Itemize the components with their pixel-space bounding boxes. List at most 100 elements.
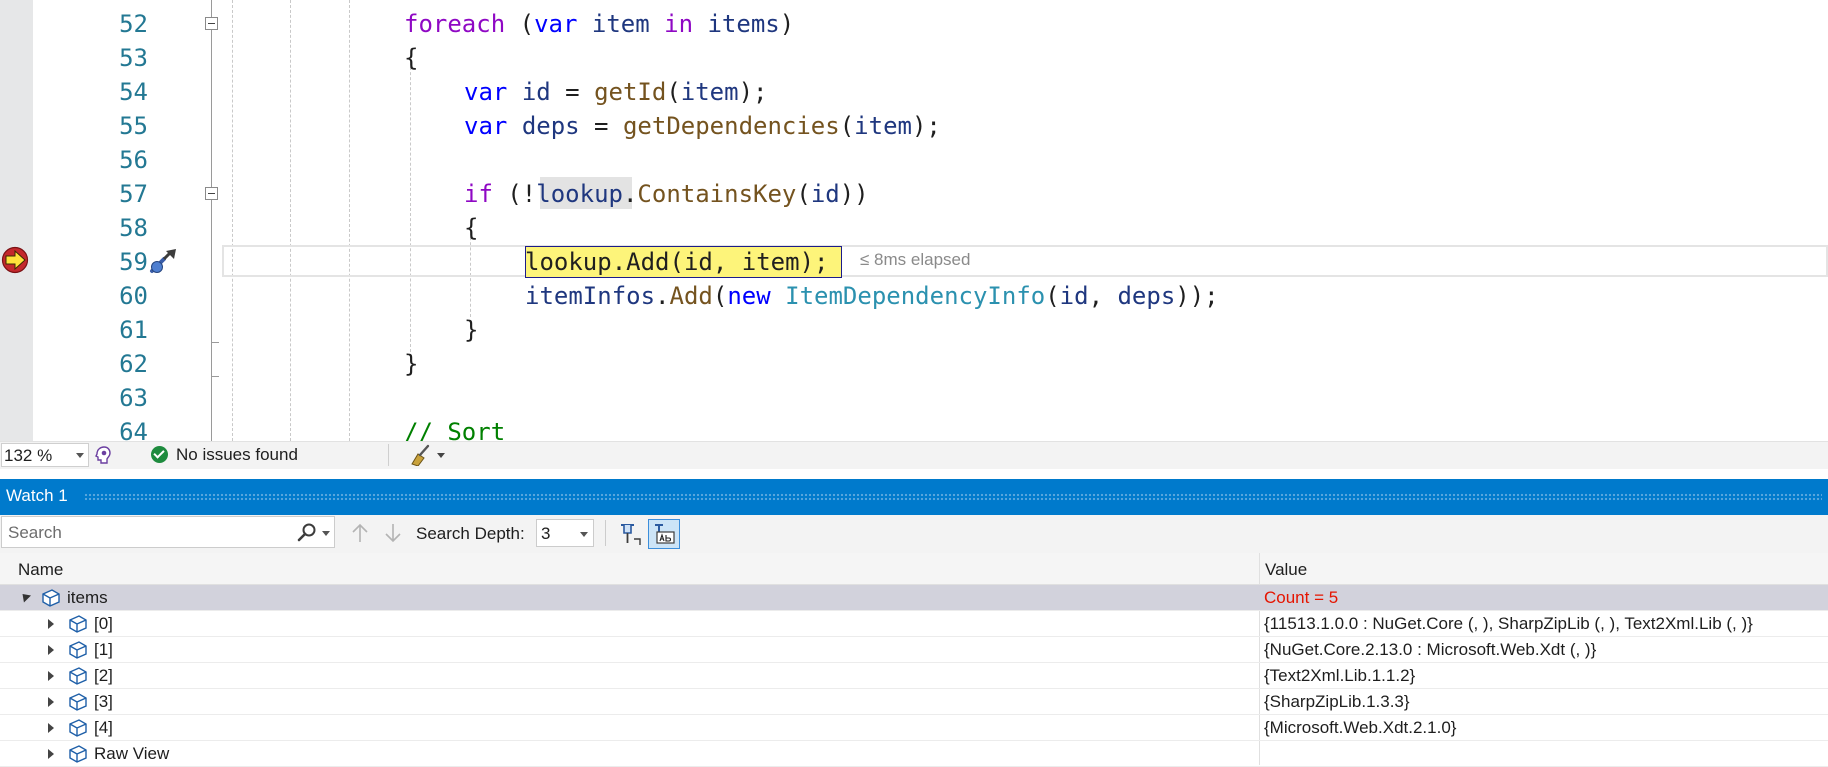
column-header-value[interactable]: Value — [1265, 560, 1307, 580]
code-line-62[interactable]: } — [404, 347, 418, 381]
code-token: { — [464, 214, 479, 242]
object-icon — [69, 641, 87, 659]
chevron-down-icon — [76, 453, 84, 458]
code-line-57[interactable]: if (!lookup.ContainsKey(id)) — [464, 177, 869, 211]
code-token: if — [464, 180, 493, 208]
execution-pointer-icon[interactable] — [1, 246, 31, 274]
code-token: ( — [1045, 282, 1060, 310]
code-line-60[interactable]: itemInfos.Add(new ItemDependencyInfo(id,… — [525, 279, 1219, 313]
code-token: ( — [505, 10, 535, 38]
line-number: 54 — [119, 78, 148, 106]
divider — [388, 444, 389, 466]
code-token: (! — [492, 180, 537, 208]
editor-status-bar: 132 % No issues found — [0, 441, 1828, 469]
collapsed-arrow-icon[interactable] — [48, 723, 54, 733]
code-token: ( — [669, 248, 684, 276]
breakpoint-settings-icon[interactable] — [148, 245, 180, 277]
pin-icon[interactable] — [614, 519, 644, 549]
code-line-52[interactable]: foreach (var item in items) — [404, 7, 794, 41]
code-token: ItemDependencyInfo — [785, 282, 1046, 310]
code-line-58[interactable]: { — [464, 211, 478, 245]
column-header-name[interactable]: Name — [18, 560, 63, 580]
code-token: foreach — [404, 10, 506, 38]
perf-tip-elapsed[interactable]: ≤ 8ms elapsed — [860, 250, 970, 270]
code-editor[interactable]: 52 53 54 55 56 57 58 59 60 61 62 63 64 f… — [0, 0, 1828, 441]
collapsed-arrow-icon[interactable] — [48, 645, 54, 655]
search-input[interactable] — [6, 520, 290, 546]
zoom-value: 132 % — [4, 446, 53, 465]
find-next-button[interactable] — [383, 522, 403, 544]
outline-line — [211, 0, 212, 441]
find-previous-button[interactable] — [350, 522, 370, 544]
line-number: 60 — [119, 282, 148, 310]
hexadecimal-toggle-button[interactable] — [648, 519, 680, 549]
watch-toolbar: Search Depth: 3 — [0, 515, 1828, 553]
watch-grid: Name Value items Count = 5 [0] {11513.1.… — [0, 553, 1828, 767]
code-token: } — [404, 350, 419, 378]
code-token: = — [550, 78, 595, 106]
code-token: deps — [1117, 282, 1176, 310]
watch-name: Raw View — [94, 744, 170, 763]
code-line-59[interactable]: lookup.Add(id, item); — [525, 245, 828, 279]
code-token: item — [591, 10, 650, 38]
code-token: Add — [626, 248, 670, 276]
collapsed-arrow-icon[interactable] — [48, 697, 54, 707]
code-token: ( — [666, 78, 681, 106]
code-line-54[interactable]: var id = getId(item); — [464, 75, 767, 109]
indent-guide — [410, 62, 411, 352]
line-number: 56 — [119, 146, 148, 174]
chevron-down-icon[interactable] — [322, 531, 330, 536]
code-line-64[interactable]: // Sort — [404, 415, 505, 441]
collapsed-arrow-icon[interactable] — [48, 749, 54, 759]
collapse-icon[interactable] — [205, 17, 218, 30]
line-number: 62 — [119, 350, 148, 378]
code-line-61[interactable]: } — [464, 313, 478, 347]
code-token: id — [521, 78, 551, 106]
search-depth-dropdown[interactable]: 3 — [536, 519, 594, 547]
code-line-53[interactable]: { — [404, 41, 418, 75]
line-number: 59 — [119, 248, 148, 276]
object-icon — [69, 693, 87, 711]
search-box[interactable] — [1, 516, 335, 548]
collapsed-arrow-icon[interactable] — [48, 671, 54, 681]
indent-guide — [290, 0, 291, 441]
code-token: itemInfos — [525, 282, 656, 310]
issues-status[interactable]: No issues found — [176, 445, 298, 465]
zoom-dropdown[interactable]: 132 % — [1, 443, 89, 467]
code-line-55[interactable]: var deps = getDependencies(item); — [464, 109, 941, 143]
search-depth-label: Search Depth: — [416, 524, 525, 543]
code-token: item — [854, 112, 912, 140]
expanded-arrow-icon[interactable] — [18, 590, 32, 603]
watch-row[interactable]: [0] {11513.1.0.0 : NuGet.Core (, ), Shar… — [0, 611, 1828, 637]
indicator-margin[interactable] — [0, 0, 33, 441]
watch-name: [4] — [94, 718, 113, 737]
line-number: 64 — [119, 418, 148, 441]
code-token: , — [1088, 282, 1118, 310]
search-icon[interactable] — [296, 523, 318, 543]
watch-row[interactable]: Raw View — [0, 741, 1828, 767]
watch-row[interactable]: items Count = 5 — [0, 585, 1828, 611]
watch-row[interactable]: [4] {Microsoft.Web.Xdt.2.1.0} — [0, 715, 1828, 741]
watch-window-title-bar[interactable]: Watch 1 — [0, 479, 1828, 515]
watch-name: [1] — [94, 640, 113, 659]
watch-row[interactable]: [2] {Text2Xml.Lib.1.1.2} — [0, 663, 1828, 689]
intellicode-icon[interactable] — [93, 445, 113, 465]
code-token: . — [611, 248, 627, 276]
watch-name: items — [67, 588, 108, 607]
code-token: { — [404, 44, 419, 72]
code-cleanup-button[interactable] — [408, 444, 452, 466]
watch-row[interactable]: [3] {SharpZipLib.1.3.3} — [0, 689, 1828, 715]
watch-value: {NuGet.Core.2.13.0 : Microsoft.Web.Xdt (… — [1264, 640, 1597, 659]
collapsed-arrow-icon[interactable] — [48, 619, 54, 629]
collapse-icon[interactable] — [205, 187, 218, 200]
divider — [605, 520, 606, 546]
code-token: items — [707, 10, 780, 38]
watch-row[interactable]: [1] {NuGet.Core.2.13.0 : Microsoft.Web.X… — [0, 637, 1828, 663]
object-icon — [69, 745, 87, 763]
code-token: ( — [712, 282, 728, 310]
column-header-row: Name Value — [0, 553, 1828, 585]
code-token: ); — [738, 78, 768, 106]
outline-end-tick — [211, 342, 219, 343]
watch-value: {Microsoft.Web.Xdt.2.1.0} — [1264, 718, 1457, 737]
code-token: lookup — [525, 248, 612, 276]
